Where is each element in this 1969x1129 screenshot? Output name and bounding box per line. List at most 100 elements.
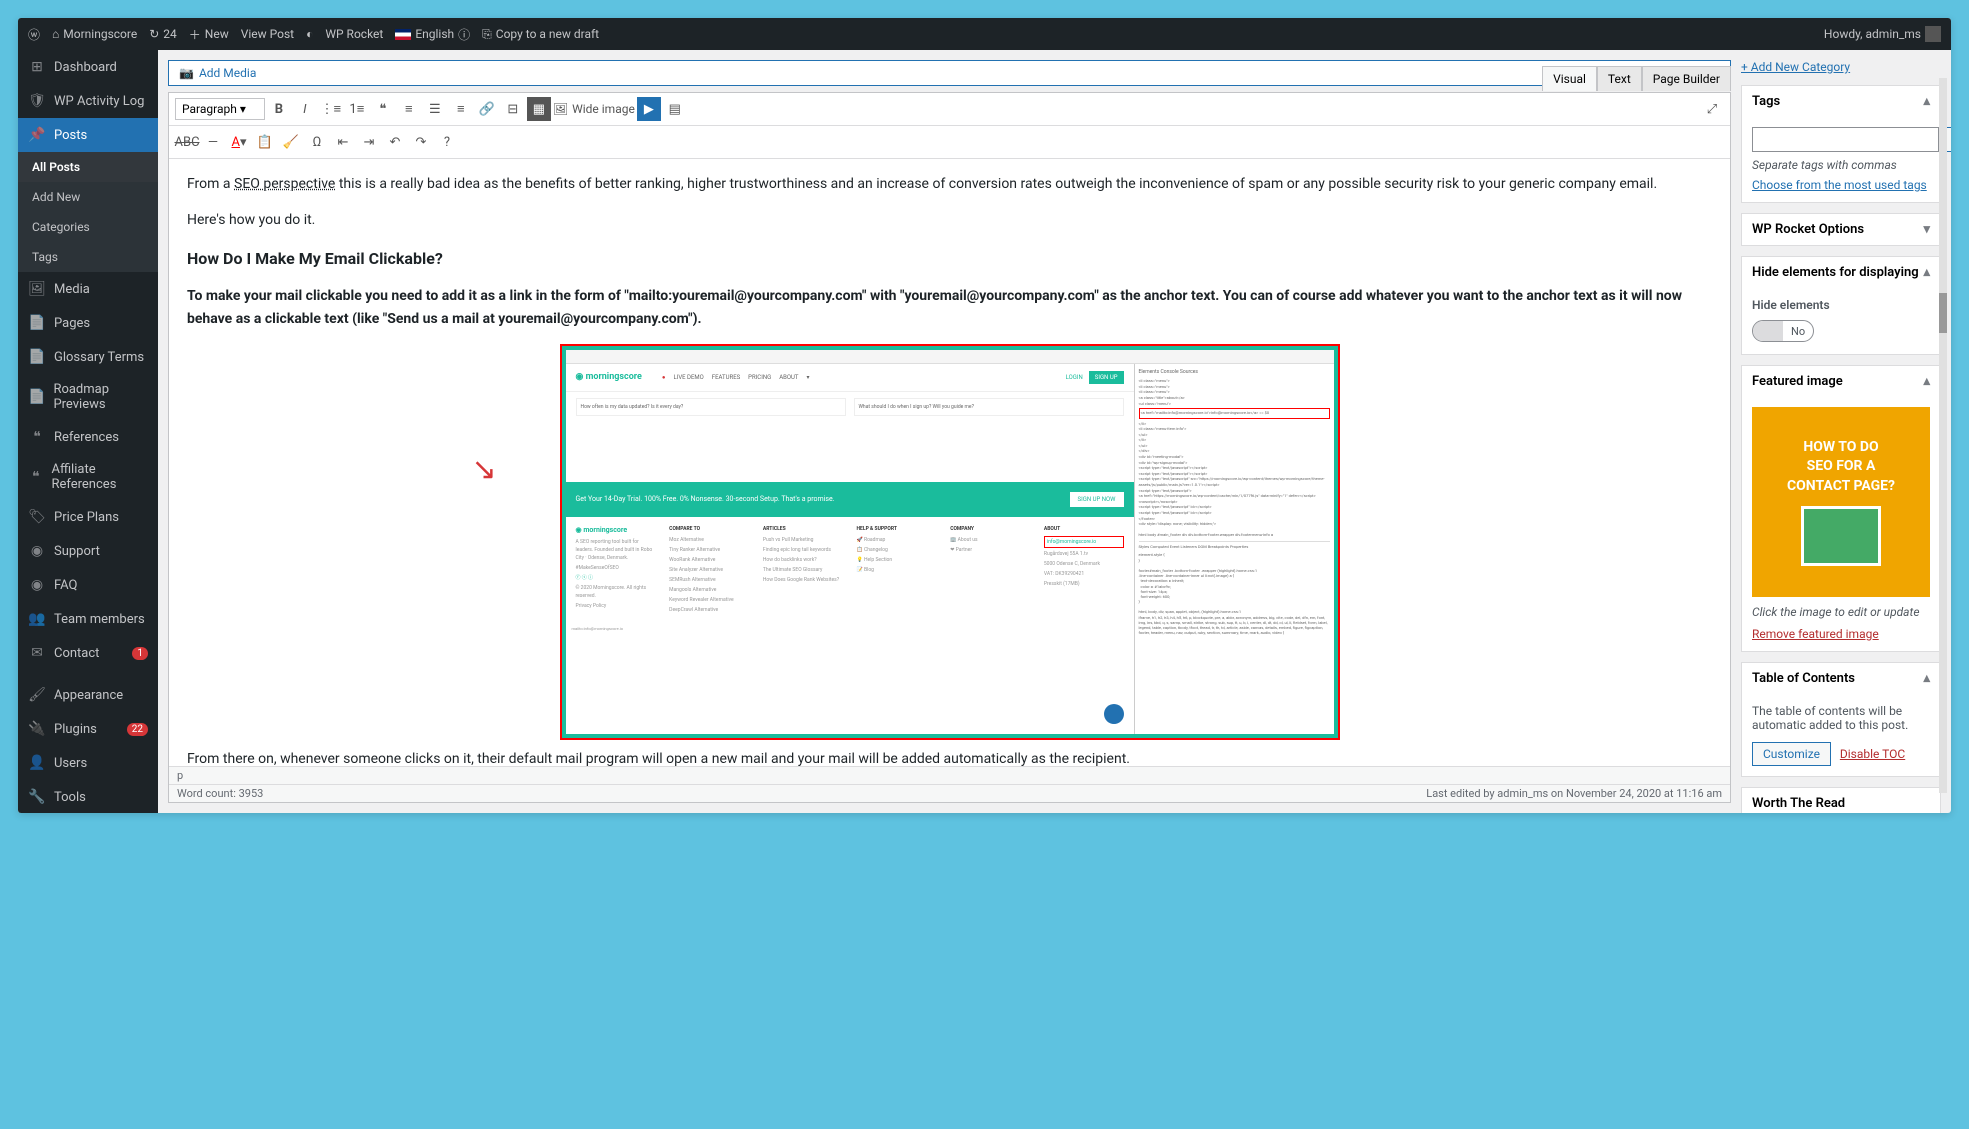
toc-disable-link[interactable]: Disable TOC bbox=[1840, 747, 1905, 761]
sidebar-item-tools[interactable]: 🔧Tools bbox=[18, 780, 158, 813]
wprocket-link[interactable]: WP Rocket bbox=[325, 27, 383, 41]
sidebar-item-categories[interactable]: Categories bbox=[18, 212, 158, 242]
numbered-list-button[interactable]: 1≡ bbox=[345, 97, 369, 121]
help-button[interactable]: ? bbox=[435, 130, 459, 154]
copy-draft-link[interactable]: ⎘ Copy to a new draft bbox=[482, 27, 599, 42]
metabox-wprocket: WP Rocket Options▾ bbox=[1741, 213, 1941, 246]
seo-perspective-link[interactable]: SEO perspective bbox=[234, 176, 335, 192]
tab-page-builder[interactable]: Page Builder bbox=[1642, 66, 1731, 91]
tab-visual[interactable]: Visual bbox=[1542, 66, 1597, 91]
add-media-button[interactable]: 📷 Add Media bbox=[168, 60, 1731, 86]
sidebar-item-add-new[interactable]: Add New bbox=[18, 182, 158, 212]
howdy-user[interactable]: Howdy, admin_ms bbox=[1824, 26, 1941, 42]
toolbar-row-2: ABC — A ▾ 📋 🧹 Ω ⇤ ⇥ ↶ ↷ ? bbox=[169, 126, 1730, 159]
indent-button[interactable]: ⇥ bbox=[357, 130, 381, 154]
sidebar-item-affiliate-refs[interactable]: ❝Affiliate References bbox=[18, 454, 158, 500]
paragraph-1: From a SEO perspective this is a really … bbox=[187, 173, 1712, 195]
tab-text[interactable]: Text bbox=[1597, 66, 1642, 91]
undo-button[interactable]: ↶ bbox=[383, 130, 407, 154]
sidebar-item-dashboard[interactable]: ⊞Dashboard bbox=[18, 50, 158, 84]
choose-tags-link[interactable]: Choose from the most used tags bbox=[1752, 178, 1927, 192]
add-new-category-link[interactable]: + Add New Category bbox=[1741, 60, 1850, 74]
site-name[interactable]: ⌂ Morningscore bbox=[52, 27, 137, 41]
remove-featured-link[interactable]: Remove featured image bbox=[1752, 627, 1879, 641]
yoast-icon[interactable]: ◐ bbox=[306, 27, 313, 41]
align-center-button[interactable]: ☰ bbox=[423, 97, 447, 121]
hide-elements-toggle[interactable]: No bbox=[1752, 320, 1814, 342]
chevron-down-icon: ▾ bbox=[1923, 222, 1930, 237]
special-char-button[interactable]: Ω bbox=[305, 130, 329, 154]
pin-icon: 📌 bbox=[28, 126, 46, 144]
bullet-list-button[interactable]: ⋮≡ bbox=[319, 97, 343, 121]
clear-format-button[interactable]: 🧹 bbox=[279, 130, 303, 154]
metabox-worth-header[interactable]: Worth The Read bbox=[1742, 788, 1940, 813]
sidebar-item-users[interactable]: 👤Users bbox=[18, 746, 158, 780]
featured-hint: Click the image to edit or update bbox=[1752, 605, 1930, 619]
plug-icon: 🔌 bbox=[28, 720, 46, 738]
hide-elements-label: Hide elements bbox=[1752, 298, 1930, 312]
sidebar-item-support[interactable]: ◉Support bbox=[18, 534, 158, 568]
metabox-toc-header[interactable]: Table of Contents▴ bbox=[1742, 663, 1940, 694]
metabox-hide-header[interactable]: Hide elements for displaying▴ bbox=[1742, 257, 1940, 288]
toc-button[interactable]: ▶ bbox=[637, 97, 661, 121]
metabox-wprocket-header[interactable]: WP Rocket Options▾ bbox=[1742, 214, 1940, 245]
updates-link[interactable]: ↻ 24 bbox=[149, 27, 177, 41]
hr-button[interactable]: — bbox=[201, 130, 225, 154]
faq-icon: ◉ bbox=[28, 576, 46, 594]
sidebar-item-all-posts[interactable]: All Posts bbox=[18, 152, 158, 182]
view-post-link[interactable]: View Post bbox=[241, 27, 294, 41]
sidebar-item-pages[interactable]: 📄Pages bbox=[18, 306, 158, 340]
more-button[interactable]: ⊟ bbox=[501, 97, 525, 121]
tags-input[interactable] bbox=[1752, 127, 1939, 152]
chevron-up-icon: ▴ bbox=[1923, 374, 1930, 389]
toolbar-toggle-button[interactable]: ▦ bbox=[527, 97, 551, 121]
admin-sidebar: ⊞Dashboard 🛡WP Activity Log 📌Posts All P… bbox=[18, 50, 158, 813]
sidebar-item-tags[interactable]: Tags bbox=[18, 242, 158, 272]
featured-image-thumb[interactable]: HOW TO DO SEO FOR A CONTACT PAGE? bbox=[1752, 407, 1930, 597]
sidebar-item-posts[interactable]: 📌Posts bbox=[18, 118, 158, 152]
sidebar-item-references[interactable]: ❝References bbox=[18, 420, 158, 454]
wide-image-button[interactable]: 🖼 Wide image bbox=[553, 102, 635, 116]
redo-button[interactable]: ↷ bbox=[409, 130, 433, 154]
chevron-up-icon: ▴ bbox=[1923, 94, 1930, 109]
sidebar-item-contact[interactable]: ✉Contact1 bbox=[18, 636, 158, 670]
bold-button[interactable]: B bbox=[267, 97, 291, 121]
toc-description: The table of contents will be automatic … bbox=[1752, 704, 1930, 732]
link-button[interactable]: 🔗 bbox=[475, 97, 499, 121]
sidebar-item-glossary[interactable]: 📄Glossary Terms bbox=[18, 340, 158, 374]
metabox-tags-header[interactable]: Tags▴ bbox=[1742, 86, 1940, 117]
element-path[interactable]: p bbox=[177, 769, 183, 782]
word-count: Word count: 3953 bbox=[177, 787, 263, 800]
blockquote-button[interactable]: ❝ bbox=[371, 97, 395, 121]
metabox-featured-header[interactable]: Featured image▴ bbox=[1742, 366, 1940, 397]
page-icon: 📄 bbox=[28, 314, 46, 332]
plugins-badge: 22 bbox=[127, 723, 148, 736]
chevron-up-icon: ▴ bbox=[1923, 671, 1930, 686]
sidebar-item-activity-log[interactable]: 🛡WP Activity Log bbox=[18, 84, 158, 118]
page-scrollbar[interactable] bbox=[1939, 78, 1947, 793]
align-left-button[interactable]: ≡ bbox=[397, 97, 421, 121]
sidebar-item-roadmap[interactable]: 📄Roadmap Previews bbox=[18, 374, 158, 420]
toc-customize-button[interactable]: Customize bbox=[1752, 742, 1831, 766]
italic-button[interactable]: I bbox=[293, 97, 317, 121]
sidebar-item-media[interactable]: 🖼Media bbox=[18, 272, 158, 306]
sidebar-item-appearance[interactable]: 🖌Appearance bbox=[18, 678, 158, 712]
paragraph-select[interactable]: Paragraph ▾ bbox=[175, 98, 265, 120]
doc-icon: 📄 bbox=[28, 388, 45, 406]
paste-text-button[interactable]: 📋 bbox=[253, 130, 277, 154]
outdent-button[interactable]: ⇤ bbox=[331, 130, 355, 154]
align-right-button[interactable]: ≡ bbox=[449, 97, 473, 121]
wp-logo-icon[interactable]: ⓦ bbox=[28, 26, 40, 43]
language-switcher[interactable]: English ⓘ bbox=[395, 26, 470, 43]
new-content-link[interactable]: ＋ New bbox=[189, 26, 229, 43]
fullscreen-button[interactable]: ⤢ bbox=[1700, 97, 1724, 121]
doc-icon: 📄 bbox=[28, 348, 46, 366]
sidebar-item-price-plans[interactable]: 🏷Price Plans bbox=[18, 500, 158, 534]
sidebar-item-team[interactable]: 👥Team members bbox=[18, 602, 158, 636]
sidebar-item-plugins[interactable]: 🔌Plugins22 bbox=[18, 712, 158, 746]
strikethrough-button[interactable]: ABC bbox=[175, 130, 199, 154]
columns-button[interactable]: ▤ bbox=[663, 97, 687, 121]
text-color-button[interactable]: A ▾ bbox=[227, 130, 251, 154]
sidebar-item-faq[interactable]: ◉FAQ bbox=[18, 568, 158, 602]
editor-content[interactable]: From a SEO perspective this is a really … bbox=[169, 159, 1730, 766]
